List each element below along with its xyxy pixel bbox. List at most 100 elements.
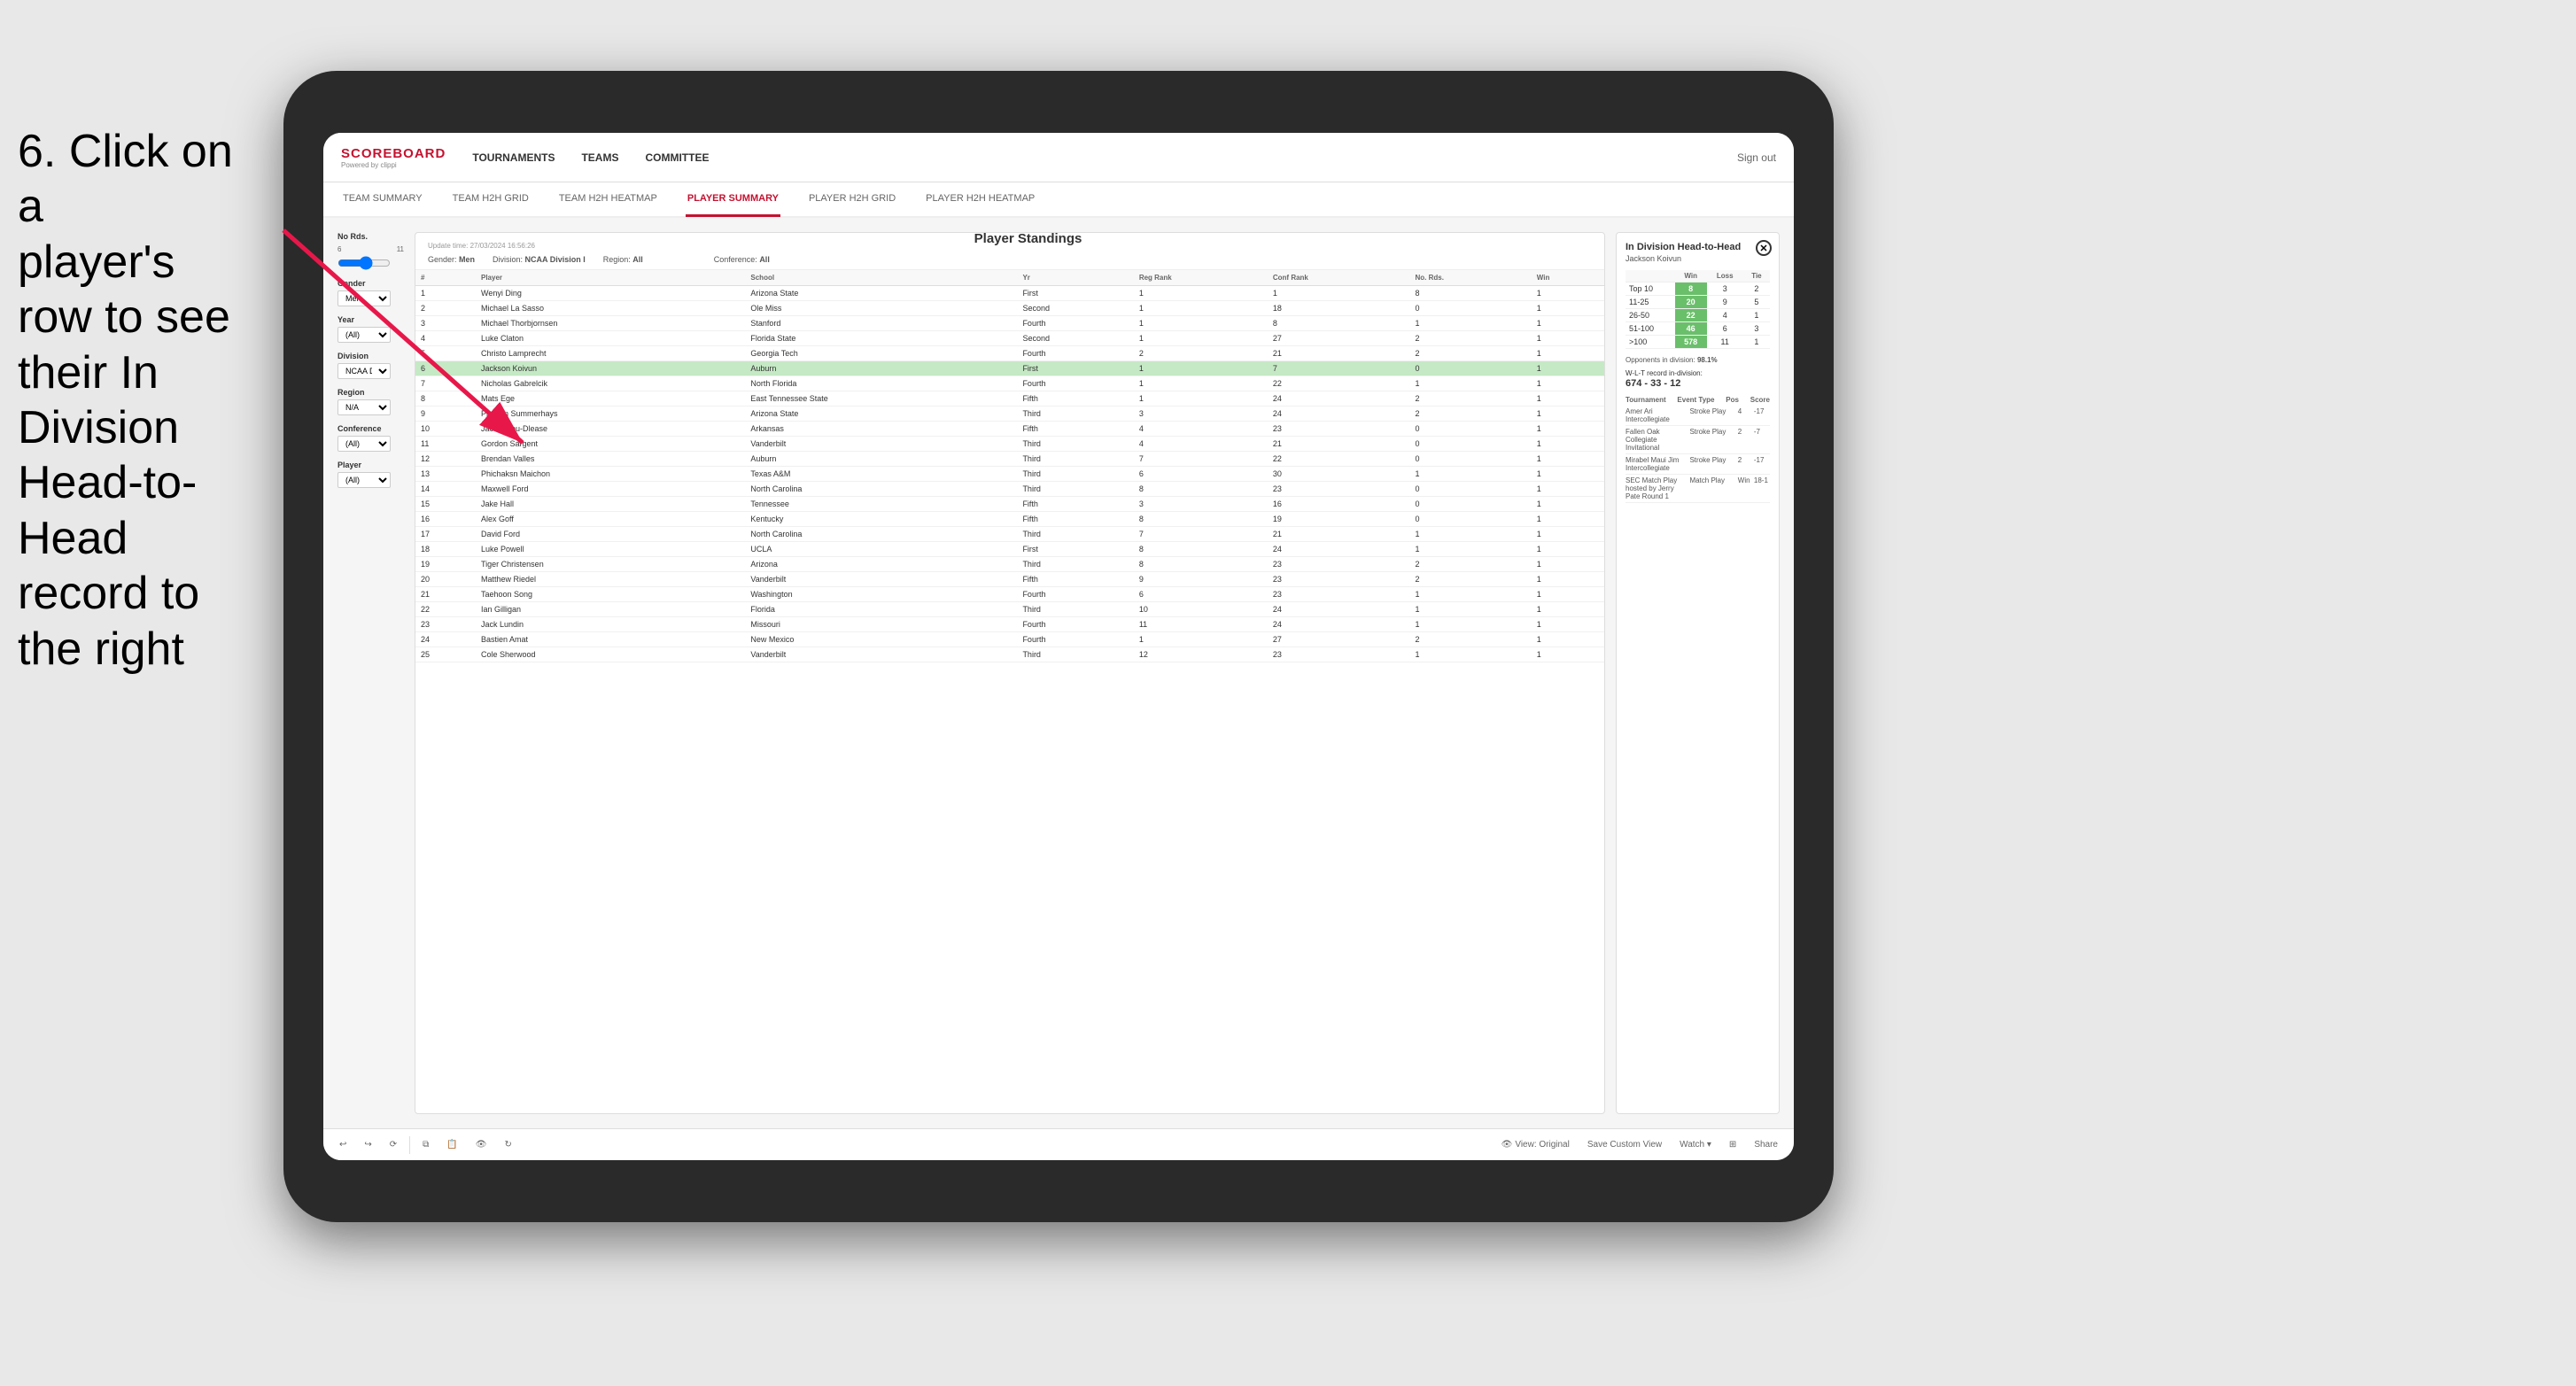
wl-record: W-L-T record in-division: 674 - 33 - 12 [1626,368,1770,389]
redo-button[interactable]: ↪ [359,1137,376,1152]
tablet-screen: SCOREBOARD Powered by clippi TOURNAMENTS… [323,133,1794,1160]
tournament-row: Fallen Oak Collegiate Invitational Strok… [1626,426,1770,454]
logo-title: SCOREBOARD [341,146,446,161]
table-row[interactable]: 17 David Ford North Carolina Third 7 21 … [415,527,1604,542]
h2h-panel: ✕ In Division Head-to-Head Jackson Koivu… [1616,232,1780,1114]
player-select[interactable]: (All) [338,472,391,488]
standings-table: # Player School Yr Reg Rank Conf Rank No… [415,270,1604,662]
paste-button[interactable]: 📋 [441,1137,462,1152]
layout-button[interactable]: ⊞ [1724,1137,1742,1152]
table-row[interactable]: 21 Taehoon Song Washington Fourth 6 23 1… [415,587,1604,602]
nav-bar: SCOREBOARD Powered by clippi TOURNAMENTS… [323,133,1794,182]
nav-committee[interactable]: COMMITTEE [645,148,709,167]
table-row[interactable]: 10 Jacob Mou-Dlease Arkansas Fifth 4 23 … [415,422,1604,437]
player-filter: Player (All) [338,461,404,488]
eye-icon: 👁 [1501,1140,1513,1150]
view-button[interactable]: 👁 [470,1137,493,1152]
save-custom-button[interactable]: Save Custom View [1582,1137,1667,1152]
gender-filter: Gender Men [338,279,404,306]
col-num: # [415,270,476,286]
tournament-row: Amer Ari Intercollegiate Stroke Play 4 -… [1626,406,1770,426]
table-row[interactable]: 1 Wenyi Ding Arizona State First 1 1 8 1 [415,286,1604,301]
no-rds-min: 6 [338,245,341,253]
copy-button[interactable]: ⧉ [417,1137,434,1152]
tournament-row: Mirabel Maui Jim Intercollegiate Stroke … [1626,454,1770,475]
tablet-frame: SCOREBOARD Powered by clippi TOURNAMENTS… [283,71,1834,1222]
share-button[interactable]: Share [1749,1137,1783,1152]
forward-button[interactable]: ⟳ [384,1137,402,1152]
table-row[interactable]: 25 Cole Sherwood Vanderbilt Third 12 23 … [415,647,1604,662]
conference-filter: Conference (All) [338,424,404,452]
nav-right: Sign out [1737,151,1776,164]
table-row[interactable]: 20 Matthew Riedel Vanderbilt Fifth 9 23 … [415,572,1604,587]
h2h-row: 11-25 20 9 5 [1626,296,1770,309]
table-row[interactable]: 7 Nicholas Gabrelcik North Florida Fourt… [415,376,1604,391]
nav-teams[interactable]: TEAMS [581,148,618,167]
sign-out-link[interactable]: Sign out [1737,151,1776,164]
year-select[interactable]: (All) [338,327,391,343]
main-content: No Rds. 6 11 Gender Men Year [323,218,1794,1128]
gender-select[interactable]: Men [338,290,391,306]
col-reg-rank: Reg Rank [1134,270,1268,286]
division-filter: Division NCAA Division I [338,352,404,379]
view-original-button[interactable]: 👁 View: Original [1496,1137,1575,1152]
table-row[interactable]: 6 Jackson Koivun Auburn First 1 7 0 1 [415,361,1604,376]
h2h-player: Jackson Koivun [1626,254,1770,263]
undo-button[interactable]: ↩ [334,1137,352,1152]
refresh-button[interactable]: ↻ [499,1137,516,1152]
no-rds-slider[interactable] [338,256,391,270]
tab-player-h2h-heatmap[interactable]: PLAYER H2H HEATMAP [924,182,1036,217]
update-time: Update time: 27/03/2024 16:56:26 [428,242,535,250]
table-row[interactable]: 8 Mats Ege East Tennessee State Fifth 1 … [415,391,1604,407]
region-select[interactable]: N/A [338,399,391,415]
nav-tournaments[interactable]: TOURNAMENTS [472,148,555,167]
standings-panel: Update time: 27/03/2024 16:56:26 Player … [415,232,1605,1114]
table-row[interactable]: 24 Bastien Amat New Mexico Fourth 1 27 2… [415,632,1604,647]
table-row[interactable]: 14 Maxwell Ford North Carolina Third 8 2… [415,482,1604,497]
table-row[interactable]: 19 Tiger Christensen Arizona Third 8 23 … [415,557,1604,572]
table-row[interactable]: 16 Alex Goff Kentucky Fifth 8 19 0 1 [415,512,1604,527]
region-filter: Region N/A [338,388,404,415]
table-row[interactable]: 12 Brendan Valles Auburn Third 7 22 0 1 [415,452,1604,467]
toolbar: ↩ ↪ ⟳ ⧉ 📋 👁 ↻ 👁 View: Original Save Cust… [323,1128,1794,1160]
instruction-text: 6. Click on a player's row to see their … [0,106,275,694]
table-row[interactable]: 13 Phichaksn Maichon Texas A&M Third 6 3… [415,467,1604,482]
table-row[interactable]: 9 Preston Summerhays Arizona State Third… [415,407,1604,422]
conference-select[interactable]: (All) [338,436,391,452]
tab-player-h2h-grid[interactable]: PLAYER H2H GRID [807,182,897,217]
table-row[interactable]: 2 Michael La Sasso Ole Miss Second 1 18 … [415,301,1604,316]
division-select[interactable]: NCAA Division I [338,363,391,379]
year-filter: Year (All) [338,315,404,343]
tab-team-h2h-grid[interactable]: TEAM H2H GRID [451,182,531,217]
col-yr: Yr [1017,270,1133,286]
h2h-row: Top 10 8 3 2 [1626,283,1770,296]
tournament-row: SEC Match Play hosted by Jerry Pate Roun… [1626,475,1770,503]
h2h-row: 51-100 46 6 3 [1626,322,1770,336]
logo-subtitle: Powered by clippi [341,161,446,169]
opponents-pct: 98.1% [1697,356,1718,364]
opponents-label: Opponents in division: 98.1% [1626,356,1770,364]
tab-team-h2h-heatmap[interactable]: TEAM H2H HEATMAP [557,182,659,217]
table-row[interactable]: 15 Jake Hall Tennessee Fifth 3 16 0 1 [415,497,1604,512]
h2h-title: In Division Head-to-Head [1626,242,1770,252]
col-no-rds: No. Rds. [1409,270,1531,286]
col-school: School [745,270,1017,286]
table-row[interactable]: 18 Luke Powell UCLA First 8 24 1 1 [415,542,1604,557]
no-rds-filter: No Rds. 6 11 [338,232,404,270]
table-row[interactable]: 22 Ian Gilligan Florida Third 10 24 1 1 [415,602,1604,617]
tab-player-summary[interactable]: PLAYER SUMMARY [686,182,780,217]
tab-team-summary[interactable]: TEAM SUMMARY [341,182,424,217]
table-row[interactable]: 23 Jack Lundin Missouri Fourth 11 24 1 1 [415,617,1604,632]
table-row[interactable]: 4 Luke Claton Florida State Second 1 27 … [415,331,1604,346]
filters-panel: No Rds. 6 11 Gender Men Year [338,232,404,1114]
nav-links: TOURNAMENTS TEAMS COMMITTEE [472,148,1737,167]
h2h-close-button[interactable]: ✕ [1756,240,1772,256]
h2h-row: >100 578 11 1 [1626,336,1770,349]
col-player: Player [476,270,745,286]
table-row[interactable]: 3 Michael Thorbjornsen Stanford Fourth 1… [415,316,1604,331]
standings-header: Update time: 27/03/2024 16:56:26 Player … [415,233,1604,270]
table-row[interactable]: 11 Gordon Sargent Vanderbilt Third 4 21 … [415,437,1604,452]
standings-title: Player Standings [974,232,1082,246]
table-row[interactable]: 5 Christo Lamprecht Georgia Tech Fourth … [415,346,1604,361]
watch-button[interactable]: Watch ▾ [1674,1137,1717,1152]
